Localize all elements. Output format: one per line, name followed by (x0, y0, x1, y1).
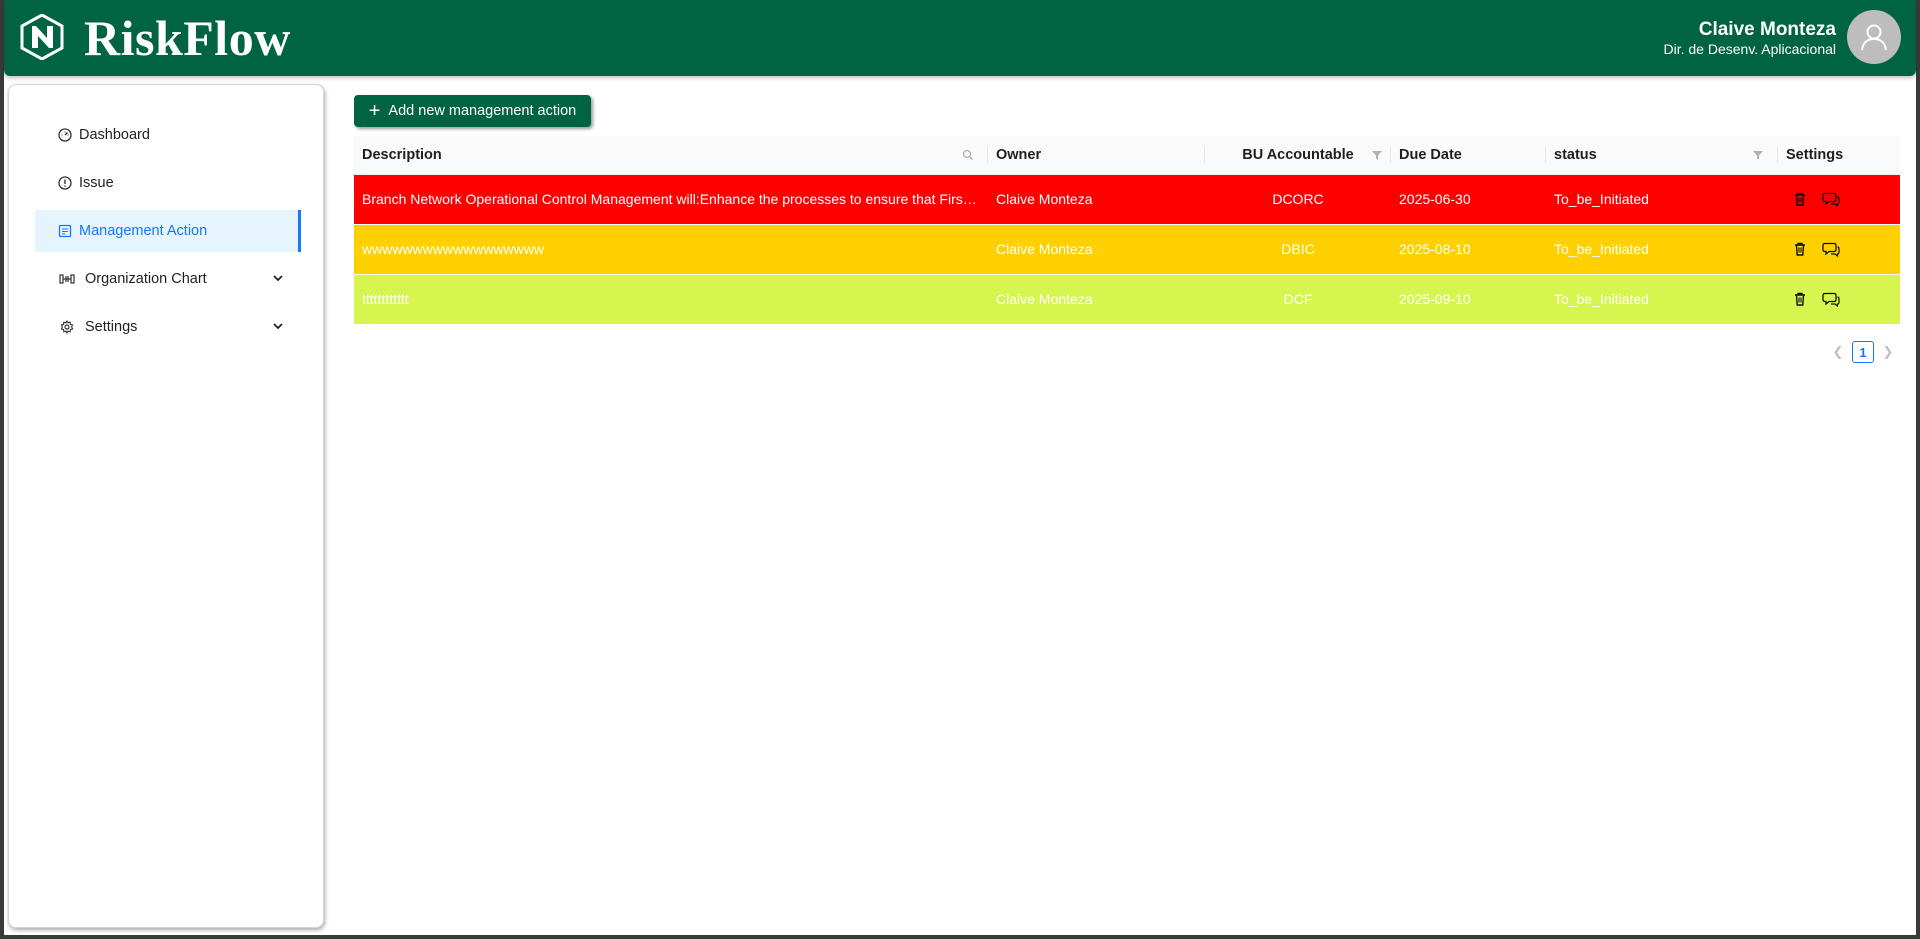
avatar[interactable] (1847, 10, 1901, 64)
sidebar-item-label: Organization Chart (85, 271, 207, 287)
filter-icon[interactable] (1371, 149, 1383, 161)
plus-icon: + (368, 100, 381, 122)
sidebar-item-issue[interactable]: Issue (35, 162, 301, 204)
cluster-icon (57, 271, 77, 287)
sidebar: Dashboard Issue Management Action Organi… (8, 84, 324, 928)
cell-owner: Claive Monteza (988, 274, 1205, 325)
sidebar-item-label: Issue (79, 175, 114, 191)
column-header-bu-accountable[interactable]: BU Accountable (1205, 136, 1391, 175)
cell-due-date: 2025-08-10 (1391, 224, 1546, 275)
cell-description: wwwwwwwwwwwwwwwwww (354, 224, 988, 275)
dashboard-icon (57, 127, 73, 143)
cell-description: Branch Network Operational Control Manag… (354, 174, 988, 225)
user-info: Claive Monteza Dir. de Desenv. Aplicacio… (1664, 19, 1837, 57)
user-role: Dir. de Desenv. Aplicacional (1663, 41, 1837, 57)
table-row[interactable]: tttttttttttt Claive Monteza DCF 2025-09-… (354, 274, 1900, 325)
top-header: RiskFlow Claive Monteza Dir. de Desenv. … (4, 0, 1916, 76)
cell-settings (1778, 174, 1900, 225)
column-header-owner[interactable]: Owner (988, 136, 1205, 175)
cell-bu-accountable: DCORC (1205, 174, 1391, 225)
comment-icon[interactable] (1822, 291, 1840, 307)
prev-page-icon[interactable]: ❮ (1832, 344, 1844, 360)
comment-icon[interactable] (1822, 241, 1840, 257)
sidebar-item-organization-chart[interactable]: Organization Chart (35, 258, 301, 300)
comment-icon[interactable] (1822, 191, 1840, 207)
page-number[interactable]: 1 (1852, 341, 1874, 363)
column-header-settings: Settings (1778, 136, 1900, 175)
cell-due-date: 2025-06-30 (1391, 174, 1546, 225)
search-icon[interactable] (962, 149, 974, 161)
cell-settings (1778, 274, 1900, 325)
delete-icon[interactable] (1792, 191, 1808, 207)
form-icon (57, 223, 73, 239)
cell-owner: Claive Monteza (988, 174, 1205, 225)
sidebar-item-management-action[interactable]: Management Action (35, 210, 301, 252)
table-row[interactable]: Branch Network Operational Control Manag… (354, 174, 1900, 225)
pagination: ❮ 1 ❯ (1832, 341, 1894, 363)
sidebar-item-dashboard[interactable]: Dashboard (35, 114, 301, 156)
logo-icon (20, 14, 64, 60)
cell-status: To_be_Initiated (1546, 224, 1778, 275)
management-action-table: Description Owner BU Accountable Due Dat… (354, 136, 1900, 325)
user-icon (1861, 24, 1887, 51)
sidebar-item-label: Settings (85, 319, 138, 335)
delete-icon[interactable] (1792, 291, 1808, 307)
user-name: Claive Monteza (1698, 19, 1836, 40)
sidebar-item-label: Management Action (79, 223, 208, 239)
cell-bu-accountable: DCF (1205, 274, 1391, 325)
cell-bu-accountable: DBIC (1205, 224, 1391, 275)
exclamation-circle-icon (57, 175, 73, 191)
cell-due-date: 2025-09-10 (1391, 274, 1546, 325)
chevron-down-icon[interactable] (271, 271, 285, 285)
column-header-due-date[interactable]: Due Date (1391, 136, 1546, 175)
table-row[interactable]: wwwwwwwwwwwwwwwwww Claive Monteza DBIC 2… (354, 224, 1900, 275)
cell-status: To_be_Initiated (1546, 174, 1778, 225)
add-button-label: Add new management action (388, 103, 577, 119)
column-header-status[interactable]: status (1546, 136, 1778, 175)
add-management-action-button[interactable]: + Add new management action (354, 95, 591, 127)
next-page-icon[interactable]: ❯ (1882, 344, 1894, 360)
cell-description: tttttttttttt (354, 274, 988, 325)
cell-settings (1778, 224, 1900, 275)
delete-icon[interactable] (1792, 241, 1808, 257)
sidebar-item-label: Dashboard (79, 127, 150, 143)
cell-status: To_be_Initiated (1546, 274, 1778, 325)
app-title: RiskFlow (84, 10, 291, 66)
sidebar-item-settings[interactable]: Settings (35, 306, 301, 348)
column-header-description[interactable]: Description (354, 136, 988, 175)
chevron-down-icon[interactable] (271, 319, 285, 333)
table-header-row: Description Owner BU Accountable Due Dat… (354, 136, 1900, 175)
filter-icon[interactable] (1752, 149, 1764, 161)
cell-owner: Claive Monteza (988, 224, 1205, 275)
gear-icon (57, 319, 77, 335)
